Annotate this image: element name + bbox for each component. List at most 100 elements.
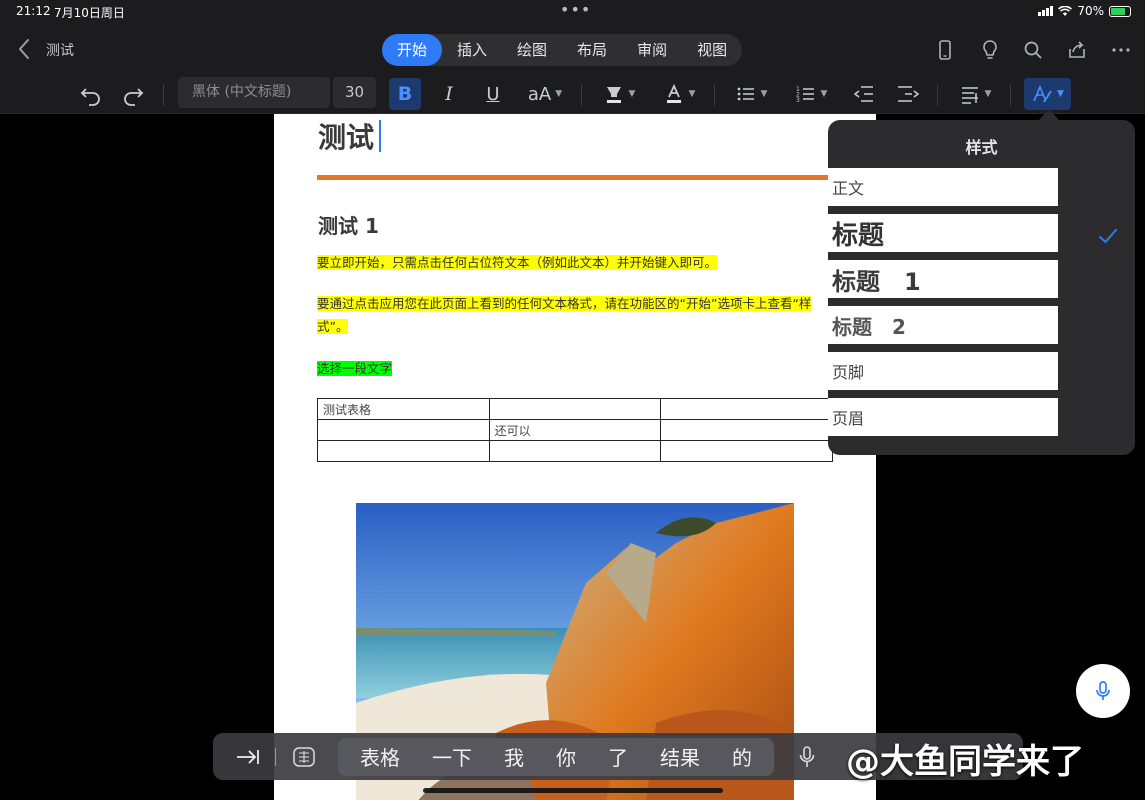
candidate-word[interactable]: 表格 [344,742,416,771]
document-name[interactable]: 测试 [46,40,74,60]
table-cell[interactable]: 测试表格 [317,398,490,420]
candidate-word[interactable]: 你 [540,742,592,771]
decrease-indent-icon[interactable] [852,78,876,110]
style-option-body[interactable]: 正文 [828,168,1058,206]
table-cell[interactable] [317,440,490,462]
table-cell[interactable] [317,419,490,441]
text-size-button[interactable]: aA ▼ [524,78,566,110]
highlight-color-button[interactable]: ▼ [598,78,640,110]
toolbar-divider [1010,84,1011,106]
style-option-footer[interactable]: 页脚 [828,352,1058,390]
chevron-down-icon: ▼ [760,89,768,99]
style-option-heading-2[interactable]: 标题 2 [828,306,1058,344]
heading-1[interactable]: 测试 1 [318,210,379,239]
paragraph-3[interactable]: 选择一段文字 [317,357,393,380]
battery-percent: 70% [1077,4,1104,18]
table-cell[interactable] [660,419,833,441]
paragraph-2[interactable]: 要通过点击应用您在此页面上看到的任何文本格式，请在功能区的“开始”选项卡上查看“… [317,292,812,338]
multitask-dots-icon[interactable]: ••• [560,0,591,19]
style-option-header[interactable]: 页眉 [828,398,1058,436]
numbering-button[interactable]: 1 2 3 ▼ [790,78,832,110]
candidate-word[interactable]: 了 [592,742,644,771]
table-cell[interactable] [488,398,662,420]
paragraph-1-text: 要立即开始，只需点击任何占位符文本（例如此文本）并开始键入即可。 [317,255,718,270]
candidate-list: 表格 一下 我 你 了 结果 的 [338,737,774,776]
lightbulb-icon[interactable] [978,38,1002,62]
status-bar: 21:12 7月10日周日 ••• 70% [0,0,1145,24]
paragraph-1[interactable]: 要立即开始，只需点击任何占位符文本（例如此文本）并开始键入即可。 [317,251,718,274]
text-cursor [379,120,381,152]
italic-button[interactable]: I [434,78,464,110]
numbered-list-icon: 123 [796,86,814,104]
bold-button[interactable]: B [389,78,421,110]
table-cell[interactable] [660,440,833,462]
styles-pen-icon [1033,84,1052,103]
styles-popover: 样式 正文 标题 标题 1 标题 2 页脚 页眉 [828,120,1135,455]
font-size-field[interactable]: 30 [333,77,376,108]
tab-view[interactable]: 视图 [682,34,742,66]
formatting-toolbar: 黑体 (中文标题) 30 B I U aA ▼ ▼ ▼ ▼ 1 2 3 ▼ ▼ ▼ [0,74,1145,114]
table-cell[interactable] [660,398,833,420]
status-date: 7月10日周日 [54,6,125,20]
tab-key-icon[interactable] [227,742,267,772]
table-cell[interactable] [488,440,662,462]
tab-home[interactable]: 开始 [382,34,443,66]
search-icon[interactable] [1021,38,1045,62]
checkmark-icon [1099,229,1117,244]
toolbar-divider [714,84,715,106]
style-option-heading-1[interactable]: 标题 1 [828,260,1058,298]
tab-draw[interactable]: 绘图 [502,34,562,66]
highlighter-icon [606,87,621,103]
home-indicator [423,788,723,793]
chevron-down-icon: ▼ [984,89,992,99]
undo-icon[interactable] [78,78,104,110]
tab-insert[interactable]: 插入 [442,34,502,66]
chevron-down-icon: ▼ [628,89,636,99]
toolbar-divider [581,84,582,106]
more-icon[interactable] [1109,38,1133,62]
document-title[interactable]: 测试 [318,116,374,156]
chevron-down-icon: ▼ [688,89,696,99]
font-color-button[interactable]: ▼ [658,78,700,110]
underline-button[interactable]: U [478,78,508,110]
candidate-word[interactable]: 结果 [644,742,716,771]
keyboard-mic-icon[interactable] [792,742,822,772]
increase-indent-icon[interactable] [895,78,919,110]
style-option-title[interactable]: 标题 [828,214,1058,252]
bullets-button[interactable]: ▼ [730,78,772,110]
dictation-mic-button[interactable] [1076,664,1130,718]
watermark: @大鱼同学来了 [846,742,1084,782]
styles-button[interactable]: ▼ [1024,78,1071,110]
document-page[interactable]: 测试 测试 1 要立即开始，只需点击任何占位符文本（例如此文本）并开始键入即可。… [274,114,876,800]
phone-icon[interactable] [933,38,957,62]
chevron-down-icon: ▼ [555,89,563,99]
toolbar-divider [163,84,164,106]
font-color-icon [666,83,681,103]
table-row: 测试表格 [317,398,833,420]
paragraph-3-text: 选择一段文字 [317,361,393,376]
document-table[interactable]: 测试表格 还可以 [317,398,833,462]
bullet-list-icon [737,87,754,101]
back-chevron-icon[interactable] [14,36,34,62]
battery-icon [1109,5,1131,17]
tab-layout[interactable]: 布局 [562,34,622,66]
chevron-down-icon: ▼ [1057,89,1064,99]
input-method-icon[interactable] [284,742,324,772]
paragraph-button[interactable]: ▼ [954,78,996,110]
redo-icon[interactable] [120,78,146,110]
candidate-word[interactable]: 一下 [416,742,488,771]
styles-popover-title: 样式 [965,138,998,157]
candidate-word[interactable]: 的 [716,742,768,771]
table-cell[interactable]: 还可以 [488,419,662,441]
title-rule [317,175,833,180]
paragraph-2-line1: 要通过点击应用您在此页面上看到的任何文本格式，请在功能区的“开始”选项卡上查看“… [317,296,812,311]
paragraph-icon [961,87,978,104]
paragraph-2-line2: 式”。 [317,319,349,334]
tab-review[interactable]: 审阅 [622,34,682,66]
share-icon[interactable] [1065,38,1089,62]
candidate-word[interactable]: 我 [488,742,540,771]
wifi-icon [1058,5,1073,16]
font-name-field[interactable]: 黑体 (中文标题) [178,77,330,108]
toolbar-divider [937,84,938,106]
keyboard-divider [275,747,276,766]
